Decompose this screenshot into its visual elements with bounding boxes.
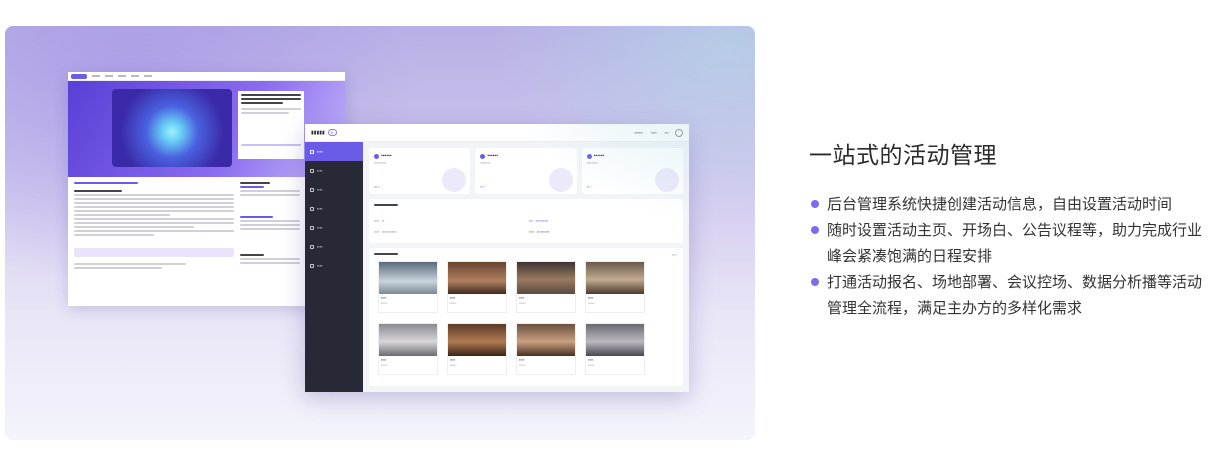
site-logo xyxy=(71,73,87,79)
more-link[interactable]: ▪▪ › xyxy=(672,253,677,257)
feature-item: 打通活动报名、场地部署、会议控场、数据分析播等活动管理全流程，满足主办方的多样化… xyxy=(811,269,1211,321)
venue-card[interactable]: ▪▪▪▪ ▪▪▪▪▪▪ xyxy=(516,261,576,313)
site-banner xyxy=(68,81,345,177)
showcase-panel: ▮▮▮▮▮ ▪▪ ▪▪▪▪▪▪ ▪▪▪▪ ▪▪▪ ▪▪▪▪ ▪▪▪▪ ▪▪▪▪ … xyxy=(5,26,755,440)
quick-card[interactable]: ▪▪▪▪▪▪ ▪▪▪▪▪▪▪▪▪ ▪▪ › xyxy=(581,148,683,194)
sidebar-item-3[interactable]: ▪▪▪▪ xyxy=(305,180,363,199)
venue-card[interactable]: ▪▪▪▪ ▪▪▪▪▪▪ xyxy=(516,323,576,375)
sidebar-item-7[interactable]: ▪▪▪▪ xyxy=(305,256,363,275)
sidebar-item-5[interactable]: ▪▪▪▪ xyxy=(305,218,363,237)
admin-dashboard-preview: ▮▮▮▮▮ ▪▪ ▪▪▪▪▪▪ ▪▪▪▪ ▪▪▪ ▪▪▪▪ ▪▪▪▪ ▪▪▪▪ … xyxy=(305,124,689,392)
user-circle-icon[interactable] xyxy=(675,128,683,137)
site-navbar xyxy=(68,72,345,81)
quick-card[interactable]: ▪▪▪▪▪▪ ▪▪▪▪▪▪▪▪▪▪ ▪▪▪ › xyxy=(369,148,471,194)
feature-item: 随时设置活动主页、开场白、公告议程等，助力完成行业峰会紧凑饱满的日程安排 xyxy=(811,217,1211,269)
section-title: 一站式的活动管理 xyxy=(809,143,997,169)
website-preview xyxy=(68,72,345,306)
activity-info: ▪▪▪▪ ▪▪ ▪▪▪▪ ▪▪▪▪▪▪▪▪▪▪▪▪ ▪▪▪ ▪▪▪▪▪▪▪▪▪▪… xyxy=(369,199,683,243)
venue-card[interactable]: ▪▪▪▪ ▪▪▪▪▪▪ xyxy=(585,323,645,375)
admin-header: ▮▮▮▮▮ ▪▪ ▪▪▪▪▪▪ ▪▪▪▪ ▪▪▪ xyxy=(305,124,689,142)
venue-card[interactable]: ▪▪▪▪ ▪▪▪▪▪▪ xyxy=(585,261,645,313)
feature-item: 后台管理系统快捷创建活动信息，自由设置活动时间 xyxy=(811,191,1211,217)
venue-card[interactable]: ▪▪▪▪ ▪▪▪▪▪▪ xyxy=(378,261,438,313)
sidebar-item-4[interactable]: ▪▪▪▪ xyxy=(305,199,363,218)
banner-image xyxy=(112,89,232,167)
site-sidebar xyxy=(240,182,300,302)
sidebar-item-2[interactable]: ▪▪▪▪ xyxy=(305,161,363,180)
venue-card[interactable]: ▪▪▪▪ ▪▪▪▪▪▪ xyxy=(378,323,438,375)
banner-info-card xyxy=(238,91,304,159)
quick-card[interactable]: ▪▪▪▪▪▪ ▪▪▪▪▪▪▪▪ ▪▪ › xyxy=(475,148,577,194)
sidebar-item-1[interactable]: ▪▪▪▪ xyxy=(305,142,363,161)
venue-card[interactable]: ▪▪▪▪ ▪▪▪▪▪▪ xyxy=(447,323,507,375)
admin-sidebar: ▪▪▪▪ ▪▪▪▪ ▪▪▪▪ ▪▪▪▪ ▪▪▪▪ ▪▪▪▪ ▪▪▪▪ xyxy=(305,142,363,392)
quick-cards: ▪▪▪▪▪▪ ▪▪▪▪▪▪▪▪▪▪ ▪▪▪ › ▪▪▪▪▪▪ ▪▪▪▪▪▪▪▪ ▪▪ ›… xyxy=(369,148,683,194)
venue-card[interactable]: ▪▪▪▪ ▪▪▪▪▪▪ xyxy=(447,261,507,313)
feature-list: 后台管理系统快捷创建活动信息，自由设置活动时间 随时设置活动主页、开场白、公告议… xyxy=(811,191,1211,321)
site-article xyxy=(74,182,234,302)
sidebar-item-6[interactable]: ▪▪▪▪ xyxy=(305,237,363,256)
admin-main: ▪▪▪▪▪▪ ▪▪▪▪▪▪▪▪▪▪ ▪▪▪ › ▪▪▪▪▪▪ ▪▪▪▪▪▪▪▪ ▪▪ ›… xyxy=(363,142,689,392)
venue-section: ▪▪ › ▪▪▪▪ ▪▪▪▪▪▪ ▪▪▪▪ ▪▪▪▪▪▪ ▪▪▪▪ ▪▪▪▪▪▪ ▪▪… xyxy=(369,248,683,386)
